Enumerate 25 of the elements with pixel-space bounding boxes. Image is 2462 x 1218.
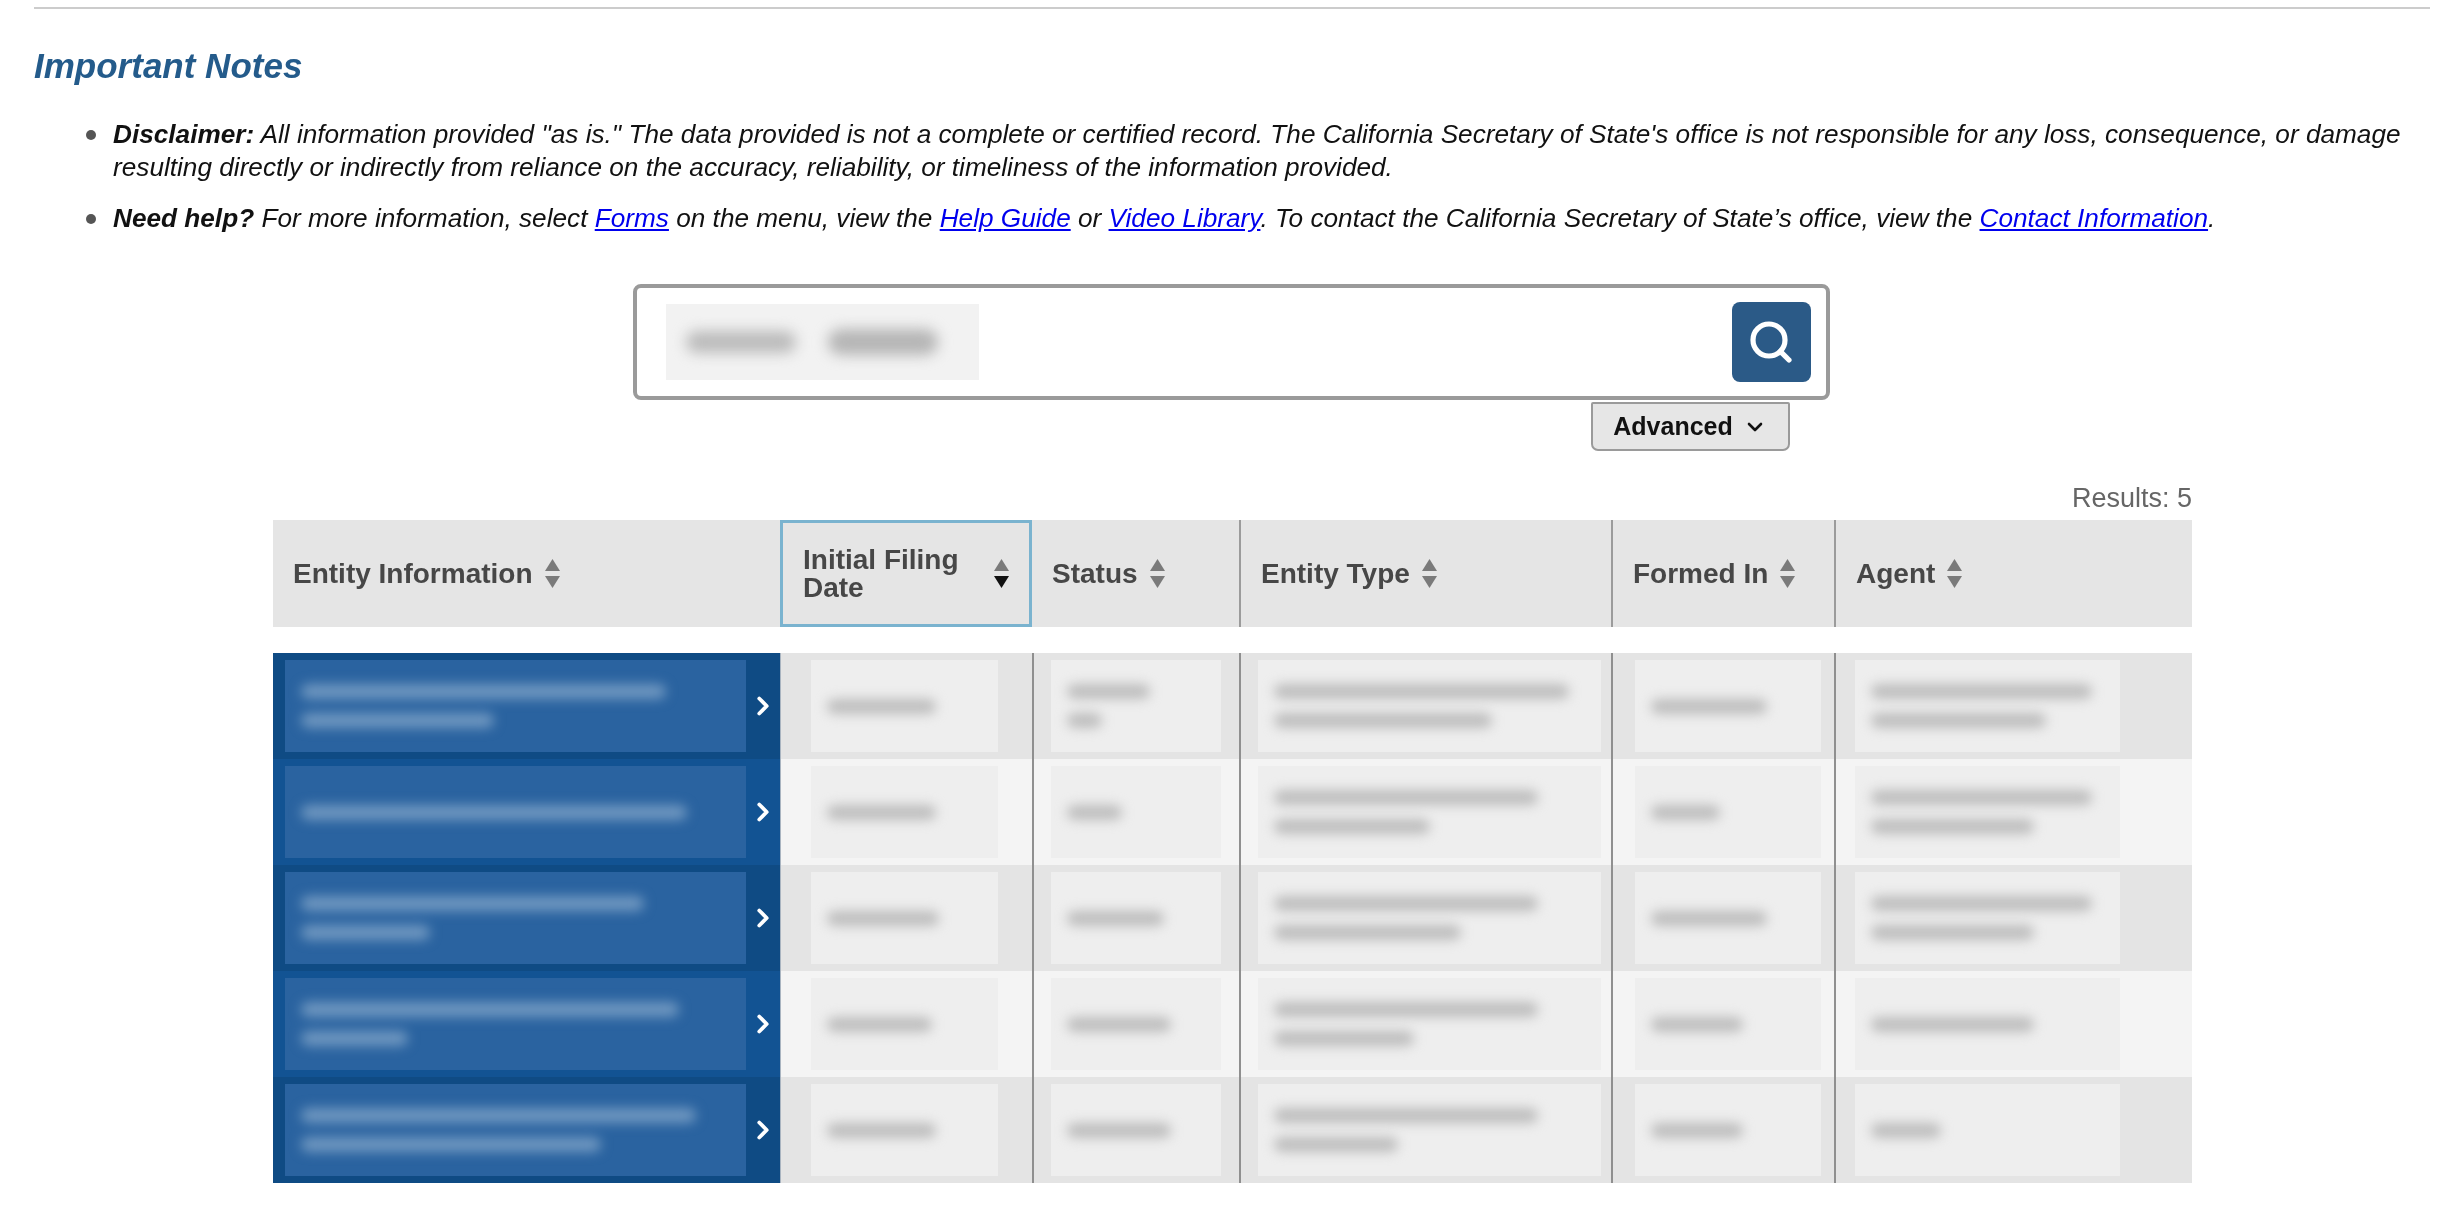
section-heading: Important Notes [34,46,303,86]
column-header[interactable]: Initial Filing Date [780,520,1032,627]
text-link[interactable]: Contact Information [1979,203,2209,233]
column-header[interactable]: Agent [1834,520,2192,627]
search-button[interactable] [1731,302,1811,382]
search-icon [1747,318,1795,366]
column-header[interactable]: Formed In [1611,520,1834,627]
advanced-button[interactable]: Advanced [1590,402,1790,451]
table-cell[interactable] [273,971,780,1077]
table-cell[interactable] [273,865,780,971]
text-link[interactable]: Video Library [1108,203,1261,233]
bullet-icon [86,130,96,140]
table-cell[interactable] [273,1077,780,1183]
note-text: Need help? For more information, select Forms on the menu, view the Help Guide or Video Library. To contact the California Secretary of State’s office, view the Contact Information. [113,202,2217,235]
bullet-icon [86,214,96,224]
table-cell[interactable] [273,653,780,759]
text-link[interactable]: Help Guide [939,203,1071,233]
column-header[interactable]: Entity Type [1239,520,1611,627]
note-text: Disclaimer: All information provided "as is." The data provided is not a complete or certified record. The California Secretary of State's office is not responsible for any loss, consequence, or damage resulting directly or indirectly from reliance on the accuracy, reliability, or timeliness of the information provided. [113,118,2402,184]
column-header[interactable]: Entity Information [273,520,780,627]
column-header[interactable]: Status [1032,520,1239,627]
results-count: Results: 5 [2071,482,2192,514]
search-field[interactable] [632,284,1830,400]
text-link[interactable]: Forms [594,203,669,233]
table-cell[interactable] [273,759,780,865]
